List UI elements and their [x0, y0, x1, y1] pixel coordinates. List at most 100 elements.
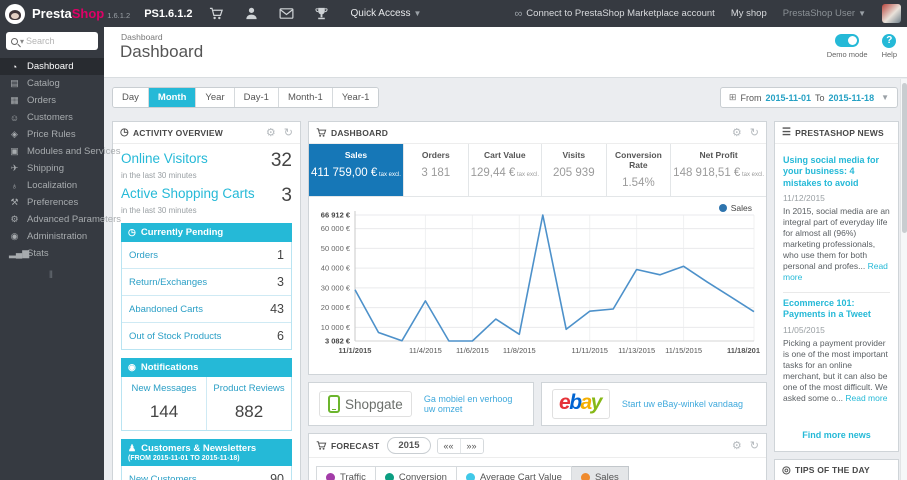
sidebar-item-localization[interactable]: ♁ Localization [0, 177, 104, 194]
page-title: Dashboard [120, 42, 204, 61]
cart-icon[interactable] [209, 6, 224, 21]
sidebar-search: ▾ [6, 32, 98, 50]
kpi-tab-orders[interactable]: Orders 3 181 [404, 144, 469, 196]
product-reviews-link[interactable]: Product Reviews [211, 383, 287, 394]
kpi-tab-cart-value[interactable]: Cart Value 129,44 € tax excl. [469, 144, 543, 196]
refresh-icon[interactable]: ↻ [750, 439, 759, 452]
kpi-tab-net-profit[interactable]: Net Profit 148 918,51 € tax excl. [671, 144, 766, 196]
shop-name[interactable]: PS1.6.1.2 [144, 8, 192, 20]
toggle-traffic[interactable]: Traffic [316, 466, 376, 480]
user-menu[interactable]: PrestaShop User ▼ [783, 8, 866, 19]
kpi-label: Orders [421, 150, 450, 160]
range-button-year[interactable]: Year [196, 88, 235, 107]
news-article-title[interactable]: Using social media for your business: 4 … [783, 155, 890, 189]
kpi-tab-sales[interactable]: Sales 411 759,00 € tax excl. [309, 144, 404, 196]
product-reviews-value: 882 [234, 402, 264, 421]
previous-period-button[interactable]: «« [437, 438, 460, 453]
sidebar-item-label: Preferences [27, 197, 79, 208]
active-carts-link[interactable]: Active Shopping Carts [121, 186, 255, 201]
date-range-picker[interactable]: ⊞ From 2015-11-01 To 2015-11-18 ▼ [719, 87, 898, 108]
kpi-tab-visits[interactable]: Visits 205 939 [542, 144, 607, 196]
help-button[interactable]: ? Help [882, 34, 897, 59]
pending-row-label[interactable]: Return/Exchanges [129, 277, 207, 288]
marketplace-link[interactable]: ∞ Connect to PrestaShop Marketplace accou… [514, 8, 714, 20]
customers-icon: ☺ [9, 112, 20, 123]
kpi-value: 148 918,51 € tax excl. [673, 167, 765, 179]
refresh-icon[interactable]: ↻ [750, 126, 759, 139]
demo-mode-toggle[interactable]: Demo mode [827, 34, 868, 59]
range-button-day-1[interactable]: Day-1 [234, 88, 279, 107]
ebay-link[interactable]: Start uw eBay-winkel vandaag [622, 399, 743, 409]
ebay-banner[interactable]: ebay Start uw eBay-winkel vandaag [541, 382, 767, 426]
online-visitors-link[interactable]: Online Visitors [121, 151, 208, 166]
sidebar-item-orders[interactable]: ▦ Orders [0, 92, 104, 109]
collapse-menu-icon[interactable]: ‖ [0, 270, 104, 281]
new-messages-link[interactable]: New Messages [126, 383, 202, 394]
sidebar-item-modules-and-services[interactable]: ▣ Modules and Services [0, 143, 120, 160]
customer-row-label[interactable]: New Customers [129, 474, 197, 480]
range-button-month[interactable]: Month [148, 88, 197, 107]
sidebar-item-catalog[interactable]: ▤ Catalog [0, 75, 104, 92]
quick-access-menu[interactable]: Quick Access ▼ [351, 8, 422, 19]
scrollbar[interactable] [900, 79, 907, 480]
forecast-year-badge[interactable]: 2015 [387, 437, 431, 454]
sidebar-item-label: Price Rules [27, 129, 76, 140]
sales-chart: 66 912 € 60 000 € 50 000 € 40 000 € 30 000 €… [321, 211, 760, 356]
svg-text:30 000 €: 30 000 € [321, 283, 351, 292]
toggle-on-icon[interactable] [835, 34, 860, 47]
range-button-month-1[interactable]: Month-1 [278, 88, 333, 107]
refresh-icon[interactable]: ↻ [284, 126, 293, 139]
news-article-title[interactable]: Ecommerce 101: Payments in a Tweet [783, 298, 890, 321]
globe-icon: ♁ [11, 180, 18, 191]
activity-icon: ◷ [120, 127, 129, 138]
sidebar-item-administration[interactable]: ◉ Administration [0, 228, 104, 245]
sidebar-item-shipping[interactable]: ✈ Shipping [0, 160, 104, 177]
my-shop-link[interactable]: My shop [731, 8, 767, 19]
customers-icon[interactable] [244, 6, 259, 21]
date-from: 2015-11-01 [765, 92, 812, 103]
sidebar-item-dashboard[interactable]: ◔ Dashboard [0, 58, 104, 75]
gear-icon[interactable]: ⚙ [266, 126, 276, 139]
pending-row-label[interactable]: Out of Stock Products [129, 331, 221, 342]
messages-icon[interactable] [279, 6, 294, 21]
topbar-icons [209, 6, 329, 21]
pending-row: Return/Exchanges 3 [122, 269, 291, 296]
read-more-link[interactable]: Read more [845, 393, 887, 403]
banner-row: Shopgate Ga mobiel en verhoog uw omzet e… [308, 382, 767, 426]
range-button-year-1[interactable]: Year-1 [332, 88, 379, 107]
kpi-tab-conversion-rate[interactable]: Conversion Rate 1.54% [607, 144, 672, 196]
pending-row-label[interactable]: Abandoned Carts [129, 304, 203, 315]
customer-row: New Customers 90 [122, 466, 291, 480]
read-more-link[interactable]: Read more [783, 261, 888, 282]
notification-cell: Product Reviews 882 [206, 377, 291, 430]
search-input[interactable] [26, 36, 93, 46]
toggle-conversion[interactable]: Conversion [375, 466, 457, 480]
shopgate-banner[interactable]: Shopgate Ga mobiel en verhoog uw omzet [308, 382, 534, 426]
pending-row-label[interactable]: Orders [129, 250, 158, 261]
content: Day Month Year Day-1 Month-1 Year-1 ⊞ From 20… [104, 79, 900, 480]
sidebar-item-advanced-parameters[interactable]: ⚙ Advanced Parameters [0, 211, 121, 228]
news-articles: Using social media for your business: 4 … [775, 144, 898, 421]
wrench-icon: ⚒ [10, 197, 19, 207]
online-visitors-sub: in the last 30 minutes [121, 171, 197, 180]
gear-icon[interactable]: ⚙ [732, 126, 742, 139]
trophy-icon[interactable] [314, 6, 329, 21]
find-more-news-link[interactable]: Find more news [802, 430, 871, 440]
scrollbar-thumb[interactable] [902, 83, 907, 233]
gear-icon[interactable]: ⚙ [732, 439, 742, 452]
next-period-button[interactable]: »» [459, 438, 483, 453]
svg-text:11/6/2015: 11/6/2015 [456, 346, 489, 355]
kpi-value: 205 939 [553, 167, 595, 179]
toggle-label: Average Cart Value [479, 472, 562, 480]
shopgate-link[interactable]: Ga mobiel en verhoog uw omzet [424, 394, 523, 414]
sidebar-item-preferences[interactable]: ⚒ Preferences [0, 194, 104, 211]
toggle-average-cart-value[interactable]: Average Cart Value [456, 466, 572, 480]
sidebar-item-customers[interactable]: ☺ Customers [0, 109, 104, 126]
chevron-down-icon[interactable]: ▾ [20, 37, 24, 46]
range-button-day[interactable]: Day [113, 88, 149, 107]
avatar[interactable] [882, 4, 901, 23]
sidebar-item-label: Dashboard [27, 61, 74, 72]
sidebar-item-price-rules[interactable]: ◈ Price Rules [0, 126, 104, 143]
toggle-sales[interactable]: Sales [571, 466, 629, 480]
sidebar-item-stats[interactable]: ▂▄▆ Stats [0, 245, 104, 262]
